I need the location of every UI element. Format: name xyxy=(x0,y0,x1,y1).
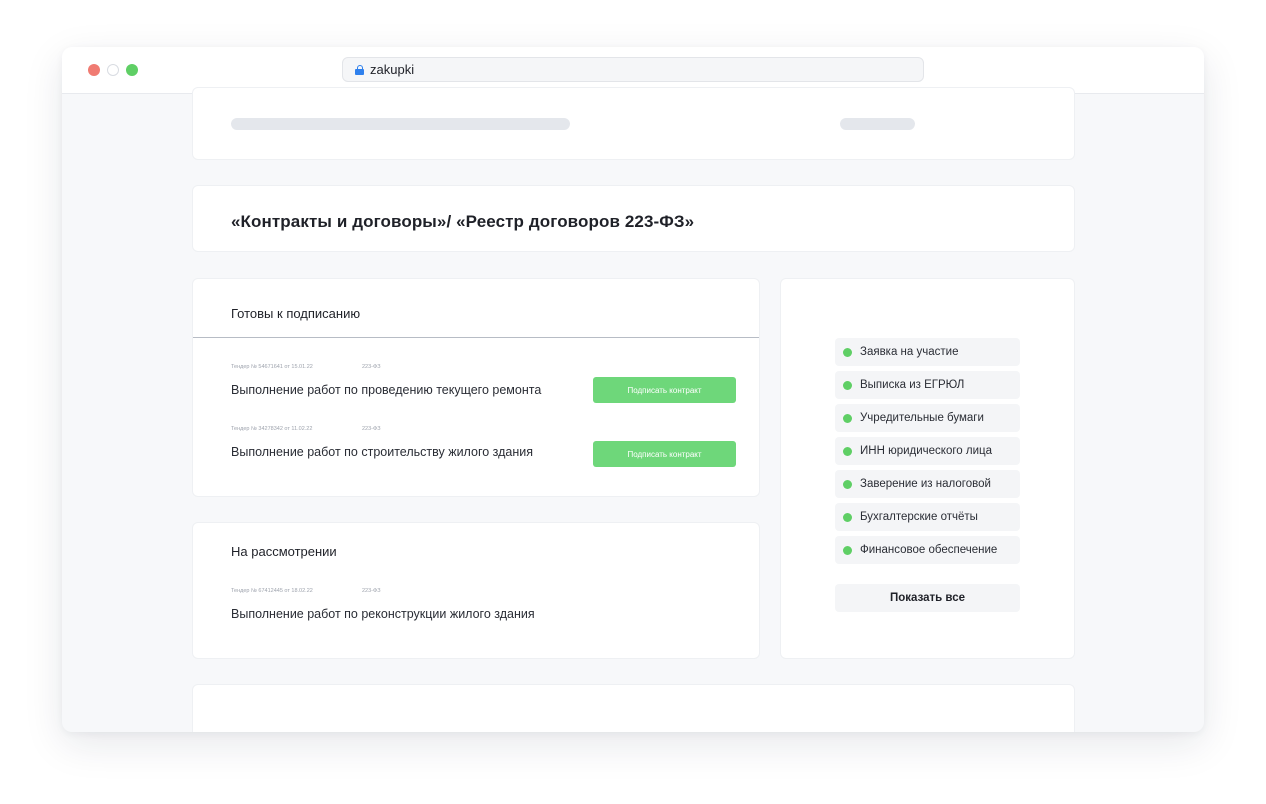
tender-number: Тендер № 67412445 от 18.02.22 xyxy=(231,588,313,594)
section-title-review: На рассмотрении xyxy=(231,544,337,559)
tender-meta: Тендер № 34278342 от 11.02.22 223-ФЗ xyxy=(231,426,381,432)
document-label: Учредительные бумаги xyxy=(860,412,984,424)
status-dot-icon xyxy=(843,446,852,456)
section-title-ready: Готовы к подписанию xyxy=(231,306,361,321)
status-dot-icon xyxy=(843,413,852,423)
documents-card: Заявка на участие Выписка из ЕГРЮЛ Учред… xyxy=(780,278,1075,659)
document-label: ИНН юридического лица xyxy=(860,445,992,457)
document-label: Бухгалтерские отчёты xyxy=(860,511,978,523)
tender-law: 223-ФЗ xyxy=(362,588,381,594)
contract-title[interactable]: Выполнение работ по проведению текущего … xyxy=(231,383,541,397)
document-item[interactable]: Учредительные бумаги xyxy=(835,404,1020,432)
close-window-button[interactable] xyxy=(88,64,100,76)
contract-title[interactable]: Выполнение работ по строительству жилого… xyxy=(231,445,533,459)
tender-number: Тендер № 34278342 от 11.02.22 xyxy=(231,426,313,432)
document-label: Выписка из ЕГРЮЛ xyxy=(860,379,965,391)
browser-window: zakupki «Контракты и договоры»/ «Реестр … xyxy=(62,47,1204,732)
tender-law: 223-ФЗ xyxy=(362,426,381,432)
document-item[interactable]: Заверение из налоговой xyxy=(835,470,1020,498)
address-bar[interactable]: zakupki xyxy=(342,57,924,82)
document-item[interactable]: Заявка на участие xyxy=(835,338,1020,366)
tender-meta: Тендер № 54671641 от 15.01.22 223-ФЗ xyxy=(231,364,381,370)
sign-contract-button[interactable]: Подписать контракт xyxy=(593,377,736,403)
tender-meta: Тендер № 67412445 от 18.02.22 223-ФЗ xyxy=(231,588,381,594)
skeleton-line xyxy=(840,118,915,130)
under-review-card: На рассмотрении Тендер № 67412445 от 18.… xyxy=(192,522,760,659)
page-header-card: «Контракты и договоры»/ «Реестр договоро… xyxy=(192,185,1075,252)
page-title: «Контракты и договоры»/ «Реестр договоро… xyxy=(231,212,695,231)
document-item[interactable]: ИНН юридического лица xyxy=(835,437,1020,465)
document-label: Заверение из налоговой xyxy=(860,478,991,490)
document-label: Заявка на участие xyxy=(860,346,959,358)
lock-icon xyxy=(355,64,364,75)
status-dot-icon xyxy=(843,512,852,522)
minimize-window-button[interactable] xyxy=(107,64,119,76)
document-label: Финансовое обеспечение xyxy=(860,544,998,556)
show-all-button[interactable]: Показать все xyxy=(835,584,1020,612)
section-divider xyxy=(193,337,759,338)
skeleton-line xyxy=(231,118,570,130)
tender-number: Тендер № 54671641 от 15.01.22 xyxy=(231,364,313,370)
skeleton-card xyxy=(192,87,1075,160)
placeholder-card xyxy=(192,684,1075,732)
document-item[interactable]: Выписка из ЕГРЮЛ xyxy=(835,371,1020,399)
document-item[interactable]: Финансовое обеспечение xyxy=(835,536,1020,564)
tender-law: 223-ФЗ xyxy=(362,364,381,370)
address-text: zakupki xyxy=(370,62,415,77)
status-dot-icon xyxy=(843,479,852,489)
document-item[interactable]: Бухгалтерские отчёты xyxy=(835,503,1020,531)
status-dot-icon xyxy=(843,380,852,390)
sign-contract-button[interactable]: Подписать контракт xyxy=(593,441,736,467)
maximize-window-button[interactable] xyxy=(126,64,138,76)
status-dot-icon xyxy=(843,545,852,555)
status-dot-icon xyxy=(843,347,852,357)
contract-title[interactable]: Выполнение работ по реконструкции жилого… xyxy=(231,607,535,621)
ready-to-sign-card: Готовы к подписанию Тендер № 54671641 от… xyxy=(192,278,760,497)
